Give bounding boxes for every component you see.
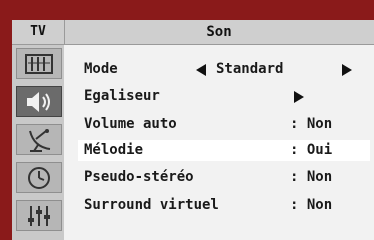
menu-item-value: : Oui [290,142,333,158]
menu-item-mode[interactable]: Mode Standard [78,59,370,80]
menu-item-surround-virtuel[interactable]: Surround virtuel : Non [78,195,370,216]
tv-label: TV [12,20,65,44]
menu-header: TV Son [12,20,374,45]
menu-item-value: : Non [290,116,333,132]
antenna-icon[interactable] [16,124,62,155]
sound-icon[interactable] [16,86,62,117]
menu-item-label: Egaliseur [84,88,160,104]
menu-item-label: Mélodie [84,142,144,158]
menu-item-egaliseur[interactable]: Egaliseur [78,86,370,107]
menu-item-value: : Non [290,197,333,213]
menu-item-value: : Non [290,169,333,185]
settings-icon[interactable] [16,200,62,231]
arrow-left-icon[interactable] [196,64,206,76]
menu-item-label: Mode [84,61,118,77]
sidebar [12,45,64,240]
menu-title: Son [206,24,232,40]
picture-icon[interactable] [16,48,62,79]
arrow-right-icon[interactable] [294,91,304,103]
clock-icon[interactable] [16,162,62,193]
menu-item-label: Surround virtuel [84,197,219,213]
menu-item-volume-auto[interactable]: Volume auto : Non [78,114,370,135]
tv-menu: TV Son Mode Standard Egaliseur Volume au… [12,20,374,240]
menu-item-label: Pseudo-stéréo [84,169,194,185]
menu-item-label: Volume auto [84,116,177,132]
menu-item-melodie[interactable]: Mélodie : Oui [78,140,370,161]
menu-item-value: Standard [216,61,284,77]
menu-item-pseudo-stereo[interactable]: Pseudo-stéréo : Non [78,167,370,188]
arrow-right-icon[interactable] [342,64,352,76]
